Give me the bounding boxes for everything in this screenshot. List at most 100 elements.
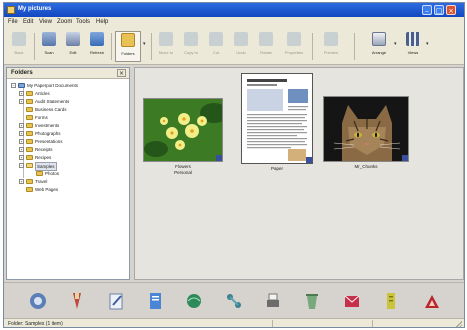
thumbnail-caption: Mr_Chunks (354, 164, 378, 169)
app-window: My pictures – □ × File Edit View Zoom To… (3, 2, 465, 328)
toolbar-separator (34, 33, 35, 60)
folders-dropdown-icon[interactable]: ▾ (143, 41, 146, 47)
tree-item-receipts[interactable]: + Receipts (19, 146, 129, 154)
notepad-app-icon[interactable] (106, 291, 126, 311)
tree-item-photos[interactable]: Photos (29, 170, 129, 178)
tree-item-audit-statements[interactable]: + Audit Statements (19, 98, 129, 106)
views-dropdown-icon[interactable]: ▾ (426, 41, 429, 47)
network-app-icon[interactable] (224, 291, 244, 311)
scan-button[interactable]: Scan (38, 31, 60, 62)
scan-label: Scan (44, 50, 54, 55)
tree-item-presentations[interactable]: + Presentations (19, 138, 129, 146)
printer-app-icon[interactable] (263, 291, 283, 311)
recycle-app-icon[interactable] (302, 291, 322, 311)
menu-view[interactable]: View (39, 19, 52, 25)
menu-file[interactable]: File (8, 19, 18, 25)
thumbnail-view[interactable]: Flowers Personal Paper Mr_Chunks (134, 67, 464, 280)
tree-item-recipes[interactable]: + Recipes (19, 154, 129, 162)
expand-icon[interactable]: + (19, 99, 24, 104)
status-panel (272, 320, 372, 327)
folder-icon (26, 99, 33, 104)
close-pane-icon[interactable]: × (117, 69, 126, 77)
preview-button[interactable]: Preview (318, 31, 344, 62)
tree-item-web-pages[interactable]: Web Pages (19, 186, 129, 194)
move-to-label: Move to (158, 50, 174, 55)
thumbnail-item-selected[interactable]: Paper (241, 73, 313, 173)
folder-icon (26, 91, 33, 96)
folder-icon (26, 115, 33, 120)
folders-pane: Folders × − My Paperport Documents + Art… (6, 67, 130, 280)
folder-icon (26, 131, 33, 136)
title-bar[interactable]: My pictures – □ × (4, 3, 464, 17)
undo-label: Undo (236, 50, 246, 55)
thumbnail-item[interactable]: Mr_Chunks (321, 96, 411, 176)
tree-item-photographs[interactable]: + Photographs (19, 130, 129, 138)
maximize-button[interactable]: □ (434, 5, 444, 15)
folders-pane-header: Folders × (7, 68, 129, 79)
close-button[interactable]: × (446, 5, 456, 15)
tree-item-label: Travel (35, 179, 48, 184)
back-icon (12, 32, 26, 46)
refresh-label: Refresh (89, 50, 104, 55)
tree-item-label: Forms (35, 115, 48, 120)
status-panel (372, 320, 432, 327)
refresh-button[interactable]: Refresh (86, 31, 108, 62)
tree-item-label: Articles (35, 91, 50, 96)
folders-label: Folders (121, 51, 135, 56)
tree-item-forms[interactable]: Forms (19, 114, 129, 122)
folder-icon (36, 171, 43, 176)
properties-button[interactable]: Properties (280, 31, 308, 62)
folder-icon (26, 155, 33, 160)
edit-label: Edit (69, 50, 77, 55)
tree-item-root[interactable]: − My Paperport Documents (11, 82, 129, 90)
menu-bar: File Edit View Zoom Tools Help (4, 17, 464, 28)
refresh-icon (90, 32, 104, 46)
collapse-icon[interactable]: − (19, 163, 24, 168)
minimize-button[interactable]: – (422, 5, 432, 15)
tree-item-travel[interactable]: + Travel (19, 178, 129, 186)
cut-button[interactable]: Cut (205, 31, 227, 62)
tree-item-business-cards[interactable]: Business Cards (19, 106, 129, 114)
resize-grip-icon[interactable] (454, 321, 462, 327)
tree-item-investments[interactable]: + Investments (19, 122, 129, 130)
arrange-button[interactable]: Arrange (366, 31, 392, 62)
copy-to-button[interactable]: Copy to (180, 31, 202, 62)
back-button[interactable]: Back (8, 31, 30, 62)
collapse-icon[interactable]: − (11, 83, 16, 88)
menu-edit[interactable]: Edit (23, 19, 33, 25)
edit-button[interactable]: Edit (62, 31, 84, 62)
expand-icon[interactable]: + (19, 91, 24, 96)
scanner-app-icon[interactable] (28, 291, 48, 311)
document-thumbnail (241, 73, 313, 164)
notes-app-icon[interactable] (381, 291, 401, 311)
move-to-button[interactable]: Move to (155, 31, 177, 62)
print-app-icon[interactable] (67, 291, 87, 311)
acrobat-app-icon[interactable] (422, 291, 442, 311)
menu-zoom[interactable]: Zoom (57, 19, 72, 25)
rotate-label: Rotate (260, 50, 272, 55)
document-app-icon[interactable] (145, 291, 165, 311)
rotate-button[interactable]: Rotate (255, 31, 277, 62)
browser-app-icon[interactable] (184, 291, 204, 311)
copy-to-label: Copy to (184, 50, 198, 55)
folders-button[interactable]: Folders (115, 31, 141, 62)
window-title: My pictures (18, 6, 52, 12)
thumbnail-item[interactable]: Flowers Personal (141, 98, 225, 178)
expand-icon[interactable]: + (19, 139, 24, 144)
expand-icon[interactable]: + (19, 155, 24, 160)
folder-icon (26, 187, 33, 192)
menu-tools[interactable]: Tools (76, 19, 90, 25)
expand-icon[interactable]: + (19, 179, 24, 184)
thumbnail-caption: Paper (270, 166, 283, 171)
menu-help[interactable]: Help (96, 19, 108, 25)
arrange-dropdown-icon[interactable]: ▾ (394, 41, 397, 47)
tree-item-articles[interactable]: + Articles (19, 90, 129, 98)
views-button[interactable]: Views (402, 31, 424, 62)
tree-item-samples[interactable]: − Samples (19, 162, 129, 171)
expand-icon[interactable]: + (19, 147, 24, 152)
undo-button[interactable]: Undo (230, 31, 252, 62)
expand-icon[interactable]: + (19, 131, 24, 136)
folder-icon (26, 139, 33, 144)
mail-app-icon[interactable] (342, 291, 362, 311)
expand-icon[interactable]: + (19, 123, 24, 128)
